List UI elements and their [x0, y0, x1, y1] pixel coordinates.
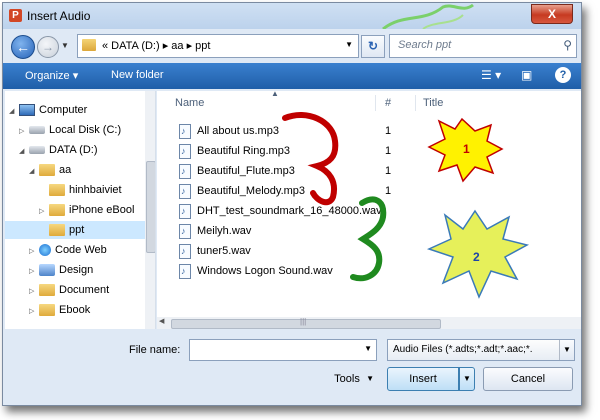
recent-pages-dropdown-icon[interactable]: ▼ [61, 41, 69, 50]
title-decoration-graphic [382, 3, 474, 29]
command-toolbar: Organize ▾ New folder ☰ ▾ ▣ ? [3, 63, 581, 89]
tree-item-computer[interactable]: ◢ Computer [5, 101, 145, 119]
insert-options-dropdown-icon[interactable]: ▼ [459, 367, 475, 391]
green-brace-annotation [350, 196, 387, 282]
tree-item-label: Document [59, 284, 110, 296]
tree-item-label: aa [59, 164, 72, 176]
tree-item-code-web[interactable]: ▷ Code Web [5, 241, 155, 261]
star-label-2: 2 [473, 250, 480, 264]
drive-icon [29, 146, 45, 155]
navigation-pane[interactable]: ◢ Computer ▷ Local Disk (C:) ◢ DATA (D:) ◢ aa hi… [5, 91, 156, 329]
file-type-value: Audio Files (*.adts;*.adt;*.aac;*. [393, 344, 533, 355]
scroll-grip-icon: ||| [300, 317, 307, 326]
tree-item-label: Computer [39, 104, 88, 116]
folder-icon [39, 164, 55, 177]
drive-icon [29, 126, 45, 135]
file-type-dropdown-icon[interactable]: ▼ [559, 340, 574, 360]
tree-item-ebook[interactable]: ▷ Ebook [5, 301, 155, 321]
annotation-overlay: 1 2 [282, 111, 530, 299]
file-name-label: File name: [129, 344, 181, 356]
tree-item-label: DATA (D:) [49, 144, 98, 156]
web-icon [39, 244, 51, 257]
folder-icon [39, 284, 55, 297]
view-options-icon[interactable]: ☰ ▾ [481, 68, 501, 82]
file-name-input[interactable]: ▼ [189, 339, 377, 361]
tree-item-document[interactable]: ▷ Document [5, 281, 155, 301]
expand-arrow-icon[interactable]: ▷ [29, 283, 39, 301]
search-placeholder: Search ppt [398, 39, 452, 51]
tree-item-data-d[interactable]: ◢ DATA (D:) [5, 141, 155, 159]
tree-item-label: hinhbaiviet [69, 184, 122, 196]
address-bar[interactable]: « DATA (D:) ▸ aa ▸ ppt ▼ [77, 34, 359, 58]
expand-arrow-icon[interactable]: ◢ [19, 143, 29, 161]
expand-arrow-icon[interactable]: ▷ [29, 243, 39, 261]
scrollbar-thumb[interactable] [146, 161, 155, 253]
help-button[interactable]: ? [555, 67, 571, 83]
scroll-left-icon[interactable]: ◀ [159, 317, 164, 325]
file-name-dropdown-icon[interactable]: ▼ [364, 344, 372, 353]
expand-arrow-icon[interactable]: ▷ [29, 263, 39, 281]
red-brace-annotation [282, 111, 339, 206]
expand-arrow-icon[interactable]: ▷ [19, 123, 29, 141]
back-button[interactable]: ← [11, 35, 35, 59]
horizontal-scrollbar[interactable]: ◀ ||| [157, 317, 581, 329]
search-icon[interactable]: ⚲ [563, 38, 572, 52]
computer-icon [19, 104, 35, 117]
search-input[interactable]: Search ppt ⚲ [389, 34, 577, 58]
tree-item-local-disk-c[interactable]: ▷ Local Disk (C:) [5, 121, 155, 139]
tree-item-label: iPhone eBool [69, 204, 135, 216]
tree-item-aa[interactable]: ◢ aa [5, 161, 155, 181]
tree-item-label: Ebook [59, 304, 91, 316]
dialog-footer: File name: ▼ Audio Files (*.adts;*.adt;*… [3, 331, 581, 405]
star-label-1: 1 [463, 142, 470, 156]
close-button[interactable]: X [531, 4, 573, 24]
expand-arrow-icon[interactable]: ▷ [39, 203, 49, 221]
insert-button[interactable]: Insert [387, 367, 459, 391]
tools-button[interactable]: Tools ▼ [313, 367, 381, 391]
tools-dropdown-icon: ▼ [366, 374, 374, 383]
folder-icon [49, 184, 65, 197]
address-path[interactable]: « DATA (D:) ▸ aa ▸ ppt [102, 39, 210, 52]
refresh-button[interactable]: ↻ [361, 35, 385, 58]
powerpoint-icon: P [9, 9, 22, 22]
cancel-button[interactable]: Cancel [483, 367, 573, 391]
tree-item-label: ppt [69, 224, 85, 236]
expand-arrow-icon[interactable]: ◢ [29, 163, 39, 181]
preview-pane-icon[interactable]: ▣ [521, 68, 532, 82]
organize-menu-button[interactable]: Organize ▾ [25, 69, 78, 82]
tree-item-label: Local Disk (C:) [49, 124, 122, 136]
folder-icon [82, 39, 96, 51]
file-list-pane[interactable]: Name # Title ▲ All about us.mp31Beautifu… [157, 91, 581, 329]
tree-item-design[interactable]: ▷ Design [5, 261, 155, 281]
tree-item-hinhbaiviet[interactable]: hinhbaiviet [5, 181, 155, 199]
design-icon [39, 264, 55, 277]
navigation-scrollbar[interactable] [145, 91, 155, 329]
new-folder-button[interactable]: New folder [111, 69, 164, 81]
expand-arrow-icon[interactable]: ◢ [9, 103, 19, 121]
insert-audio-dialog: P Insert Audio X ← → ▼ « DATA (D:) ▸ aa … [2, 2, 582, 406]
window-title: Insert Audio [27, 9, 91, 23]
folder-icon [49, 204, 65, 217]
tree-item-label: Code Web [55, 244, 107, 256]
title-bar[interactable]: P Insert Audio X [3, 3, 581, 29]
file-type-select[interactable]: Audio Files (*.adts;*.adt;*.aac;*. ▼ [387, 339, 575, 361]
folder-icon [39, 304, 55, 317]
horizontal-scrollbar-thumb[interactable]: ||| [171, 317, 441, 329]
tree-item-label: Design [59, 264, 94, 276]
expand-arrow-icon[interactable]: ▷ [29, 303, 39, 321]
forward-button[interactable]: → [37, 36, 59, 58]
address-row: ← → ▼ « DATA (D:) ▸ aa ▸ ppt ▼ ↻ Search … [3, 29, 581, 63]
folder-icon [49, 224, 65, 237]
tree-item-iphone-ebool[interactable]: ▷ iPhone eBool [5, 201, 155, 221]
address-dropdown-icon[interactable]: ▼ [345, 40, 353, 49]
tree-item-ppt[interactable]: ppt [5, 221, 155, 239]
tools-label: Tools [334, 373, 360, 385]
